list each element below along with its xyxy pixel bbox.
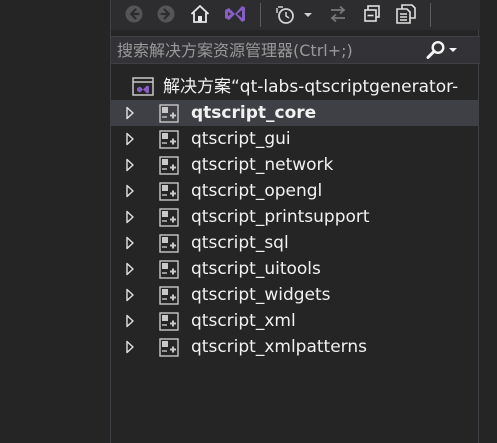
collapse-all-icon [364,5,380,22]
tree-item-project[interactable]: qtscript_sql [111,230,479,256]
sync-with-document-button[interactable] [325,0,351,28]
project-label: qtscript_network [191,155,334,175]
toolbar-separator [430,3,431,27]
search-box [111,36,480,64]
project-label: qtscript_xmlpatterns [191,337,367,357]
project-label: qtscript_uitools [191,259,321,279]
editor-area [0,0,110,443]
project-label: qtscript_widgets [191,285,331,305]
toolbar-separator [260,3,261,27]
expander-arrow-icon[interactable] [125,314,135,328]
expander-arrow-icon[interactable] [125,210,135,224]
project-label: qtscript_sql [191,233,289,253]
project-label: qtscript_gui [191,129,291,149]
search-icon [426,40,445,59]
expander-arrow-icon[interactable] [125,106,135,120]
search-input[interactable] [117,39,417,61]
project-icon [159,312,179,331]
home-icon [190,5,210,23]
project-icon [159,182,179,201]
project-tree: qtscript_core qtscript_gui qtscript_networ… [111,100,480,360]
tree-item-project[interactable]: qtscript_printsupport [111,204,479,230]
tree-item-project[interactable]: qtscript_gui [111,126,479,152]
tree-item-project[interactable]: qtscript_widgets [111,282,479,308]
switch-views-button[interactable] [222,0,248,28]
home-button[interactable] [187,0,213,28]
history-clock-icon [276,6,312,24]
project-label: qtscript_xml [191,311,296,331]
project-icon [159,208,179,227]
forward-button[interactable] [153,0,179,28]
tree-item-project[interactable]: qtscript_core [111,100,479,126]
forward-icon [157,5,175,23]
tree-item-project[interactable]: qtscript_xml [111,308,479,334]
show-all-files-button[interactable] [393,0,419,28]
tree-item-project[interactable]: qtscript_opengl [111,178,479,204]
expander-arrow-icon[interactable] [125,288,135,302]
project-icon [159,338,179,357]
expander-arrow-icon[interactable] [125,184,135,198]
tree-item-project[interactable]: qtscript_uitools [111,256,479,282]
back-icon [125,5,143,23]
project-icon [159,104,179,123]
back-button[interactable] [121,0,147,28]
project-label: qtscript_opengl [191,181,323,201]
expander-arrow-icon[interactable] [125,236,135,250]
project-label: qtscript_core [191,103,317,123]
expander-arrow-icon[interactable] [125,262,135,276]
ide-window: 解决方案“qt-labs-qtscriptgenerator- qtscript… [0,0,497,443]
expander-arrow-icon[interactable] [125,132,135,146]
project-icon [159,156,179,175]
chevron-down-icon [449,48,457,52]
search-options-button[interactable] [425,39,465,61]
solution-icon [132,77,154,96]
expander-arrow-icon[interactable] [125,158,135,172]
project-icon [159,260,179,279]
solution-label: 解决方案“qt-labs-qtscriptgenerator- [163,77,459,97]
show-all-files-icon [396,4,416,24]
project-label: qtscript_printsupport [191,207,370,227]
visual-studio-icon [225,6,245,22]
solution-node[interactable]: 解决方案“qt-labs-qtscriptgenerator- [111,74,480,100]
expander-arrow-icon[interactable] [125,340,135,354]
project-icon [159,234,179,253]
tree-item-project[interactable]: qtscript_network [111,152,479,178]
right-edge-panel [480,0,497,443]
pending-changes-filter-button[interactable] [274,0,314,28]
collapse-all-button[interactable] [359,0,385,28]
explorer-toolbar [111,0,480,30]
project-icon [159,286,179,305]
tree-item-project[interactable]: qtscript_xmlpatterns [111,334,479,360]
sync-icon [330,5,346,23]
project-icon [159,130,179,149]
solution-explorer: 解决方案“qt-labs-qtscriptgenerator- qtscript… [110,0,480,443]
